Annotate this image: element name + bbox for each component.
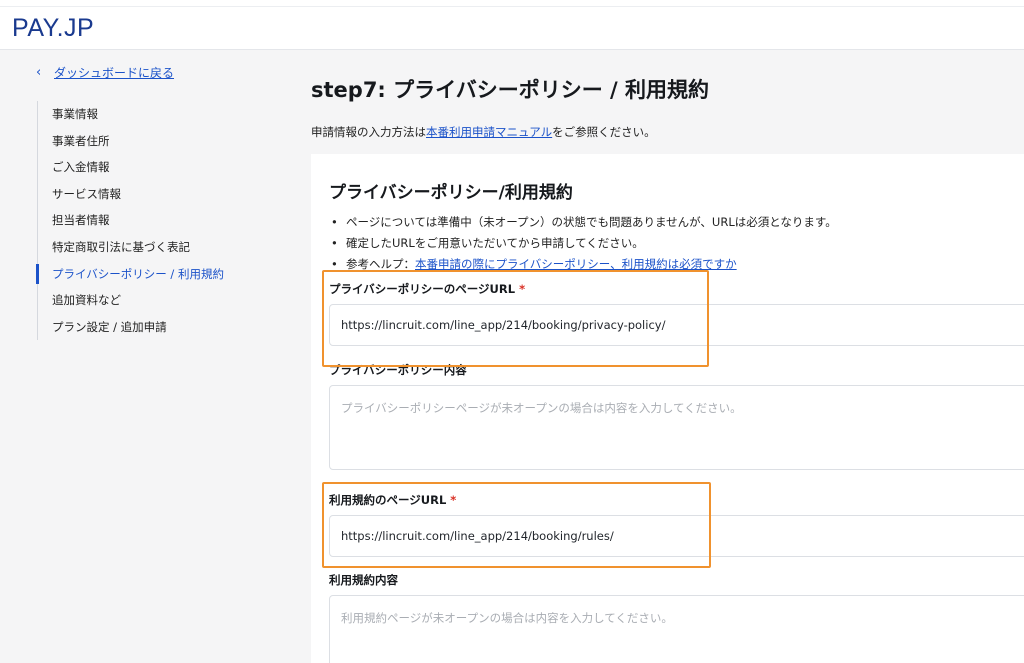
- terms-content-textarea[interactable]: 利用規約ページが未オープンの場合は内容を入力してください。: [329, 595, 1024, 663]
- sidebar-item-additional-docs[interactable]: 追加資料など: [38, 287, 267, 314]
- intro-suffix: をご参照ください。: [552, 125, 656, 139]
- sidebar-item-business-info[interactable]: 事業情報: [38, 101, 267, 128]
- form-card: プライバシーポリシー/利用規約 • ページについては準備中（未オープン）の状態でも…: [311, 154, 1024, 663]
- payjp-logo[interactable]: PAY.JP: [12, 16, 94, 41]
- back-link-label: ダッシュボードに戻る: [54, 66, 175, 80]
- privacy-url-highlight-box: [322, 270, 709, 367]
- privacy-content-placeholder: プライバシーポリシーページが未オープンの場合は内容を入力してください。: [341, 401, 742, 415]
- bullet-text: 確定したURLをご用意いただいてから申請してください。: [346, 236, 644, 250]
- bullet-dot: •: [331, 215, 338, 229]
- sidebar-item-business-address[interactable]: 事業者住所: [38, 128, 267, 155]
- bullet-text: ページについては準備中（未オープン）の状態でも問題ありませんが、URLは必須とな…: [346, 215, 837, 229]
- manual-link[interactable]: 本番利用申請マニュアル: [426, 125, 552, 139]
- chevron-left-icon: ‹: [36, 65, 42, 80]
- top-bar: PAY.JP: [0, 0, 1024, 50]
- terms-content-label: 利用規約内容: [329, 573, 398, 587]
- list-item: • ページについては準備中（未オープン）の状態でも問題ありませんが、URLは必須と…: [331, 212, 837, 233]
- logo-dot: .: [56, 14, 65, 42]
- step-sidebar: 事業情報 事業者住所 ご入金情報 サービス情報 担当者情報 特定商取引法に基づく…: [36, 101, 267, 341]
- section-title: プライバシーポリシー/利用規約: [329, 183, 573, 203]
- logo-main: PAY: [12, 14, 57, 42]
- logo-tail: JP: [64, 14, 95, 42]
- privacy-content-textarea[interactable]: プライバシーポリシーページが未オープンの場合は内容を入力してください。: [329, 385, 1024, 470]
- notice-list: • ページについては準備中（未オープン）の状態でも問題ありませんが、URLは必須と…: [331, 212, 837, 275]
- bullet-dot: •: [331, 236, 338, 250]
- topbar-divider: [0, 6, 1024, 7]
- sidebar-item-payout-info[interactable]: ご入金情報: [38, 154, 267, 181]
- terms-content-placeholder: 利用規約ページが未オープンの場合は内容を入力してください。: [341, 611, 673, 625]
- sidebar-item-service-info[interactable]: サービス情報: [38, 181, 267, 208]
- back-to-dashboard-link[interactable]: ‹ ダッシュボードに戻る: [36, 64, 174, 81]
- sidebar-item-contact-info[interactable]: 担当者情報: [38, 207, 267, 234]
- page-title: step7: プライバシーポリシー / 利用規約: [311, 78, 710, 102]
- sidebar-item-commerce-law[interactable]: 特定商取引法に基づく表記: [38, 234, 267, 261]
- sidebar-item-privacy-terms[interactable]: プライバシーポリシー / 利用規約: [36, 261, 267, 288]
- intro-text: 申請情報の入力方法は本番利用申請マニュアルをご参照ください。: [311, 124, 656, 140]
- list-item: • 確定したURLをご用意いただいてから申請してください。: [331, 233, 837, 254]
- sidebar-item-plan-settings[interactable]: プラン設定 / 追加申請: [38, 314, 267, 341]
- intro-prefix: 申請情報の入力方法は: [311, 125, 426, 139]
- terms-url-highlight-box: [322, 482, 711, 568]
